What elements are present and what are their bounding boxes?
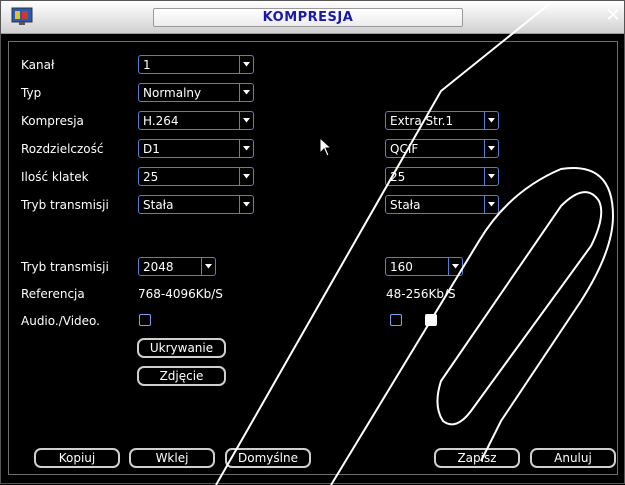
extra-bitrate-value: 160 xyxy=(390,260,413,274)
extra-bitrate-select[interactable]: 160 xyxy=(385,257,463,276)
chevron-down-icon xyxy=(484,168,498,185)
label-audio-video: Audio./Video. xyxy=(21,314,100,328)
label-tryb-transmisji: Tryb transmisji xyxy=(21,198,109,212)
chevron-down-icon xyxy=(484,196,498,213)
label-rozdzielczosc: Rozdzielczość xyxy=(21,142,104,156)
extra-rozdzielczosc-value: QCIF xyxy=(390,142,419,156)
extra-referencja-value: 48-256Kb/S xyxy=(386,287,456,301)
extra-tryb-transmisji-value: Stała xyxy=(390,198,421,212)
chevron-down-icon xyxy=(239,56,253,73)
ilosc-klatek-value: 25 xyxy=(143,170,159,184)
rozdzielczosc-select[interactable]: D1 xyxy=(138,139,254,158)
extra-stream-value: Extra Str.1 xyxy=(390,114,454,128)
rozdzielczosc-value: D1 xyxy=(143,142,160,156)
chevron-down-icon xyxy=(201,258,215,275)
extra-ilosc-klatek-select[interactable]: 25 xyxy=(385,167,499,186)
tryb-transmisji-value: Stała xyxy=(143,198,174,212)
chevron-down-icon xyxy=(239,84,253,101)
kopiuj-button[interactable]: Kopiuj xyxy=(34,448,120,468)
label-kompresja: Kompresja xyxy=(21,114,84,128)
title-bar: KOMPRESJA ✕ xyxy=(1,1,624,34)
chevron-down-icon xyxy=(239,140,253,157)
zdjecie-button[interactable]: Zdjęcie xyxy=(137,366,226,386)
kanal-value: 1 xyxy=(143,58,151,72)
tryb-transmisji-select[interactable]: Stała xyxy=(138,195,254,214)
extra-stream-select[interactable]: Extra Str.1 xyxy=(385,111,499,130)
label-typ: Typ xyxy=(21,86,42,100)
typ-select[interactable]: Normalny xyxy=(138,83,254,102)
extra-audio-checkbox[interactable] xyxy=(390,314,402,326)
app-monitor-icon xyxy=(11,7,33,25)
chevron-down-icon xyxy=(239,168,253,185)
bitrate-value: 2048 xyxy=(143,260,174,274)
chevron-down-icon xyxy=(484,112,498,129)
chevron-down-icon xyxy=(239,112,253,129)
anuluj-button[interactable]: Anuluj xyxy=(530,448,616,468)
chevron-down-icon xyxy=(448,258,462,275)
kanal-select[interactable]: 1 xyxy=(138,55,254,74)
chevron-down-icon xyxy=(484,140,498,157)
mouse-cursor-icon xyxy=(319,137,333,157)
zapisz-button[interactable]: Zapisz xyxy=(434,448,520,468)
label-kanal: Kanał xyxy=(21,58,55,72)
label-ilosc-klatek: Ilość klatek xyxy=(21,170,89,184)
compression-dialog: KOMPRESJA ✕ Kanał Typ Kompresja Rozdziel… xyxy=(0,0,625,485)
referencja-value: 768-4096Kb/S xyxy=(138,287,223,301)
label-referencja: Referencja xyxy=(21,287,85,301)
ukrywanie-button[interactable]: Ukrywanie xyxy=(137,338,226,358)
close-icon[interactable]: ✕ xyxy=(604,7,622,25)
bitrate-select[interactable]: 2048 xyxy=(138,257,216,276)
domyslne-button[interactable]: Domyślne xyxy=(225,448,311,468)
extra-rozdzielczosc-select[interactable]: QCIF xyxy=(385,139,499,158)
window-title: KOMPRESJA xyxy=(262,10,354,25)
chevron-down-icon xyxy=(239,196,253,213)
kompresja-value: H.264 xyxy=(143,114,179,128)
kompresja-select[interactable]: H.264 xyxy=(138,111,254,130)
ilosc-klatek-select[interactable]: 25 xyxy=(138,167,254,186)
typ-value: Normalny xyxy=(143,86,202,100)
extra-video-checkbox[interactable] xyxy=(425,314,437,326)
content-panel xyxy=(8,41,618,475)
extra-tryb-transmisji-select[interactable]: Stała xyxy=(385,195,499,214)
extra-ilosc-klatek-value: 25 xyxy=(390,170,406,184)
wklej-button[interactable]: Wklej xyxy=(129,448,215,468)
label-bitrate: Tryb transmisji xyxy=(21,260,109,274)
audio-video-checkbox[interactable] xyxy=(139,314,151,326)
